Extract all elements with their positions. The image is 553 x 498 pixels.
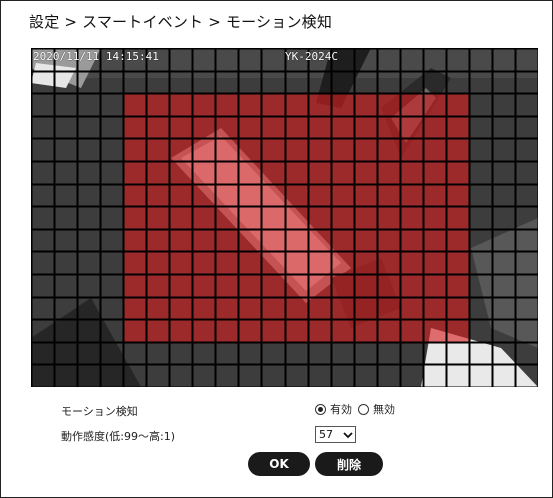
camera-view[interactable]: 2020/11/11 14:15:41 YK-2024C — [31, 48, 538, 387]
motion-detection-toggle: 有効 無効 — [315, 401, 401, 417]
breadcrumb: 設定 > スマートイベント > モーション検知 — [29, 13, 333, 31]
radio-enabled-label: 有効 — [330, 403, 352, 416]
delete-button[interactable]: 削除 — [315, 452, 383, 476]
sensitivity-select[interactable]: 57 — [315, 426, 356, 443]
radio-disabled[interactable] — [358, 403, 369, 415]
motion-settings-panel: 設定 > スマートイベント > モーション検知 2020/11/11 14:15… — [0, 0, 553, 498]
radio-disabled-label: 無効 — [373, 403, 395, 416]
radio-enabled[interactable] — [315, 403, 326, 415]
chevron-down-icon — [343, 431, 353, 438]
camera-timestamp: 2020/11/11 14:15:41 — [33, 50, 159, 63]
ok-button[interactable]: OK — [248, 452, 310, 476]
sensitivity-value: 57 — [319, 428, 333, 441]
sensitivity-label: 動作感度(低:99～高:1) — [61, 430, 175, 443]
camera-name: YK-2024C — [285, 50, 338, 63]
motion-detection-label: モーション検知 — [61, 405, 138, 418]
motion-grid[interactable] — [31, 48, 538, 387]
detection-area[interactable] — [123, 93, 469, 342]
